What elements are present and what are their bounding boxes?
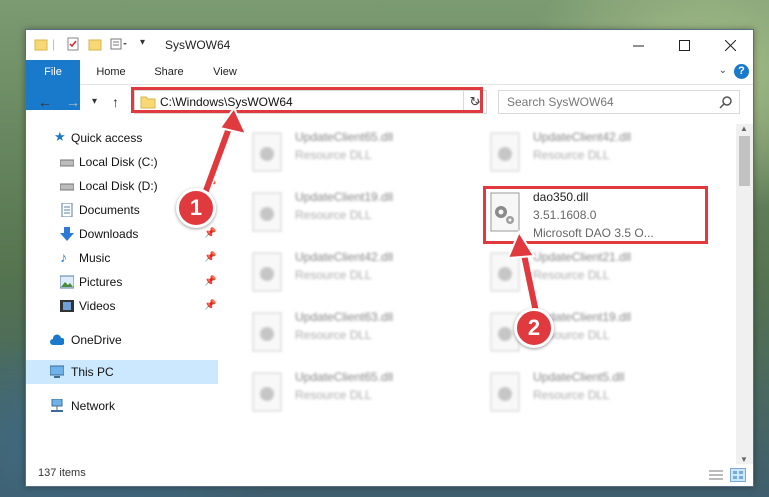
step-badge-1: 1 (176, 188, 216, 228)
annotation-arrows (199, 106, 541, 317)
arrow-1 (199, 106, 248, 201)
step-badge-2: 2 (514, 308, 554, 348)
arrow-2 (506, 229, 541, 317)
